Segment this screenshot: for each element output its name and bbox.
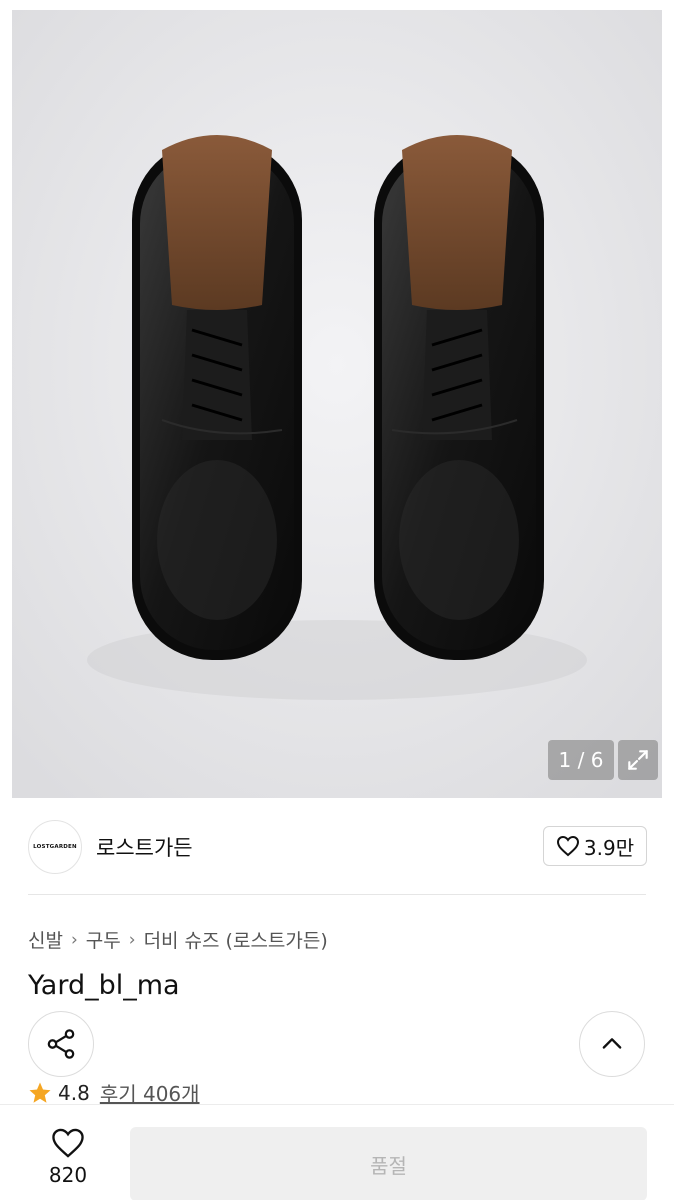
image-counter: 1 / 6 [548,740,614,780]
chevron-up-icon [602,1038,622,1049]
breadcrumb-item-shoes[interactable]: 신발 [28,926,63,953]
star-icon [29,1082,51,1103]
product-title: Yard_bl_ma [28,970,180,1001]
brand-logo-text: LOSTGARDEN [33,844,77,850]
brand-row: LOSTGARDEN 로스트가든 3.9만 [28,818,648,874]
bottom-action-bar: 820 품절 [0,1104,674,1200]
heart-outline-icon [556,835,579,857]
brand-like-count: 3.9만 [583,835,635,860]
expand-icon [628,750,648,770]
breadcrumb-item-dress-shoes[interactable]: 구두 [86,926,121,953]
brand-name[interactable]: 로스트가든 [96,832,193,862]
product-image-gallery[interactable]: 1 / 6 [12,10,662,798]
divider [28,894,646,895]
heart-outline-icon [52,1128,84,1158]
chevron-right-icon: › [128,929,136,950]
sold-out-button[interactable]: 품절 [130,1127,647,1200]
product-photo [12,10,662,798]
wishlist-count: 820 [48,1163,88,1187]
scroll-top-button[interactable] [579,1011,645,1077]
reviews-link[interactable]: 후기 406개 [100,1078,200,1107]
right-shoe [374,135,544,660]
brand-like-button[interactable]: 3.9만 [543,826,647,866]
brand-logo[interactable]: LOSTGARDEN [28,820,82,874]
breadcrumb-item-derby[interactable]: 더비 슈즈 (로스트가든) [144,926,328,953]
left-shoe [132,135,302,660]
breadcrumb: 신발 › 구두 › 더비 슈즈 (로스트가든) [28,926,328,953]
share-icon [47,1029,75,1059]
chevron-right-icon: › [70,929,78,950]
rating-value: 4.8 [58,1080,90,1105]
expand-button[interactable] [618,740,658,780]
wishlist-button[interactable]: 820 [32,1127,104,1197]
rating-row: 4.8 후기 406개 [28,1078,200,1107]
share-button[interactable] [28,1011,94,1077]
